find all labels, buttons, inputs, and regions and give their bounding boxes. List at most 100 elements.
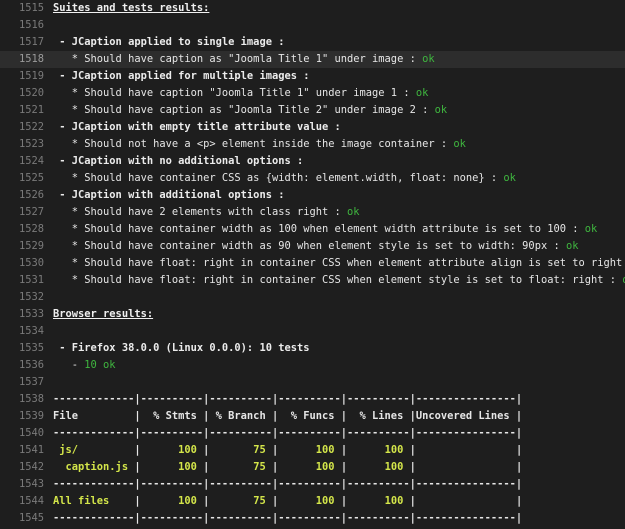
line-number: 1518 [18, 53, 44, 65]
line-number: 1543 [18, 478, 44, 490]
log-text: | [196, 495, 254, 507]
log-lines: 1515 Suites and tests results: 1516 1517 - … [0, 0, 625, 527]
line-content: All files | 100 | 75 | 100 | 100 | | [44, 493, 625, 510]
status-ok: ok [503, 172, 516, 184]
line-number: 1539 [18, 410, 44, 422]
line-content: * Should have caption as "Joomla Title 1… [44, 51, 625, 68]
line-content: - JCaption with no additional options : [44, 153, 625, 170]
line-number: 1532 [18, 291, 44, 303]
log-text: * Should have caption "Joomla Title 1" u… [53, 87, 416, 99]
log-line: 1521 * Should have caption as "Joomla Ti… [0, 102, 625, 119]
line-content [44, 374, 625, 391]
log-text: -------------|----------|----------|----… [53, 478, 523, 490]
status-ok: ok [415, 87, 429, 99]
line-content: - JCaption with empty title attribute va… [44, 119, 625, 136]
log-line: 1520 * Should have caption "Joomla Title… [0, 85, 625, 102]
log-text: 100 [384, 495, 404, 507]
line-number: 1533 [18, 308, 44, 320]
line-content: File | % Stmts | % Branch | % Funcs | % … [44, 408, 625, 425]
log-text: * Should have container CSS as {width: e… [53, 172, 504, 184]
line-content [44, 289, 625, 306]
suite-title: - JCaption with additional options : [53, 189, 285, 201]
status-ok: ok [453, 138, 466, 150]
line-number: 1530 [18, 257, 44, 269]
log-line: 1537 [0, 374, 625, 391]
line-number: 1535 [18, 342, 44, 354]
line-content: -------------|----------|----------|----… [44, 510, 625, 527]
line-number: 1541 [18, 444, 44, 456]
log-text: caption.js [53, 461, 129, 473]
status-ok: ok [347, 206, 360, 218]
line-content: -------------|----------|----------|----… [44, 476, 625, 493]
log-text: -------------|----------|----------|----… [53, 393, 523, 405]
line-content: Browser results: [44, 306, 625, 323]
status-ok: 10 ok [84, 359, 116, 371]
log-text: | | [403, 495, 523, 507]
console-output[interactable]: 1515 Suites and tests results: 1516 1517 - … [0, 0, 625, 529]
line-number: 1529 [18, 240, 44, 252]
log-line: 1535 - Firefox 38.0.0 (Linux 0.0.0): 10 … [0, 340, 625, 357]
log-line: 1545 -------------|----------|----------|… [0, 510, 625, 527]
log-line: 1538 -------------|----------|----------|… [0, 391, 625, 408]
log-text: | [196, 461, 254, 473]
line-number: 1542 [18, 461, 44, 473]
log-line: 1523 * Should not have a <p> element ins… [0, 136, 625, 153]
status-ok: ok [584, 223, 598, 235]
line-content: * Should have container CSS as {width: e… [44, 170, 625, 187]
log-text: 100 [384, 461, 404, 473]
log-line: 1517 - JCaption applied to single image … [0, 34, 625, 51]
line-number: 1544 [18, 495, 44, 507]
line-number: 1537 [18, 376, 44, 388]
log-text: | [109, 495, 179, 507]
line-content: caption.js | 100 | 75 | 100 | 100 | | [44, 459, 625, 476]
line-number: 1540 [18, 427, 44, 439]
log-text: 100 [178, 461, 197, 473]
line-content: - JCaption applied to single image : [44, 34, 625, 51]
log-line: 1529 * Should have container width as 90… [0, 238, 625, 255]
suite-title: - Firefox 38.0.0 (Linux 0.0.0): 10 tests [53, 342, 310, 354]
log-text: | [334, 495, 385, 507]
line-content: -------------|----------|----------|----… [44, 391, 625, 408]
line-content: * Should not have a <p> element inside t… [44, 136, 625, 153]
line-number: 1527 [18, 206, 44, 218]
log-text: | [128, 461, 179, 473]
line-content: - JCaption applied for multiple images : [44, 68, 625, 85]
log-line: 1533 Browser results: [0, 306, 625, 323]
section-heading: Suites and tests results: [53, 2, 210, 14]
line-content: -------------|----------|----------|----… [44, 425, 625, 442]
line-number: 1524 [18, 155, 44, 167]
line-content: * Should have 2 elements with class righ… [44, 204, 625, 221]
log-text: js/ [53, 444, 79, 456]
log-text: 75 [253, 495, 266, 507]
suite-title: - JCaption applied to single image : [53, 36, 285, 48]
log-text: 100 [315, 444, 335, 456]
suite-title: - JCaption with no additional options : [53, 155, 304, 167]
line-content: - JCaption with additional options : [44, 187, 625, 204]
line-content: * Should have float: right in container … [44, 255, 625, 272]
line-content: * Should have caption as "Joomla Title 2… [44, 102, 625, 119]
log-text: * Should have container width as 90 when… [53, 240, 566, 252]
log-line: 1516 [0, 17, 625, 34]
log-line: 1541 js/ | 100 | 75 | 100 | 100 | | [0, 442, 625, 459]
log-line: 1540 -------------|----------|----------|… [0, 425, 625, 442]
log-text: * Should have caption as "Joomla Title 1… [53, 53, 423, 65]
log-text: All files [53, 495, 110, 507]
line-content: * Should have caption "Joomla Title 1" u… [44, 85, 625, 102]
log-line: 1518 * Should have caption as "Joomla Ti… [0, 51, 625, 68]
line-number: 1516 [18, 19, 44, 31]
line-number: 1522 [18, 121, 44, 133]
log-text: | [265, 495, 316, 507]
line-content: - 10 ok [44, 357, 625, 374]
log-line: 1525 * Should have container CSS as {wid… [0, 170, 625, 187]
log-text: 100 [178, 495, 197, 507]
log-text: -------------|----------|----------|----… [53, 512, 523, 524]
log-line: 1519 - JCaption applied for multiple ima… [0, 68, 625, 85]
suite-title: - JCaption with empty title attribute va… [53, 121, 341, 133]
line-number: 1523 [18, 138, 44, 150]
log-text: 100 [315, 495, 335, 507]
log-line: 1515 Suites and tests results: [0, 0, 625, 17]
log-line: 1524 - JCaption with no additional optio… [0, 153, 625, 170]
log-line: 1526 - JCaption with additional options … [0, 187, 625, 204]
line-content: - Firefox 38.0.0 (Linux 0.0.0): 10 tests [44, 340, 625, 357]
log-text: 100 [384, 444, 404, 456]
